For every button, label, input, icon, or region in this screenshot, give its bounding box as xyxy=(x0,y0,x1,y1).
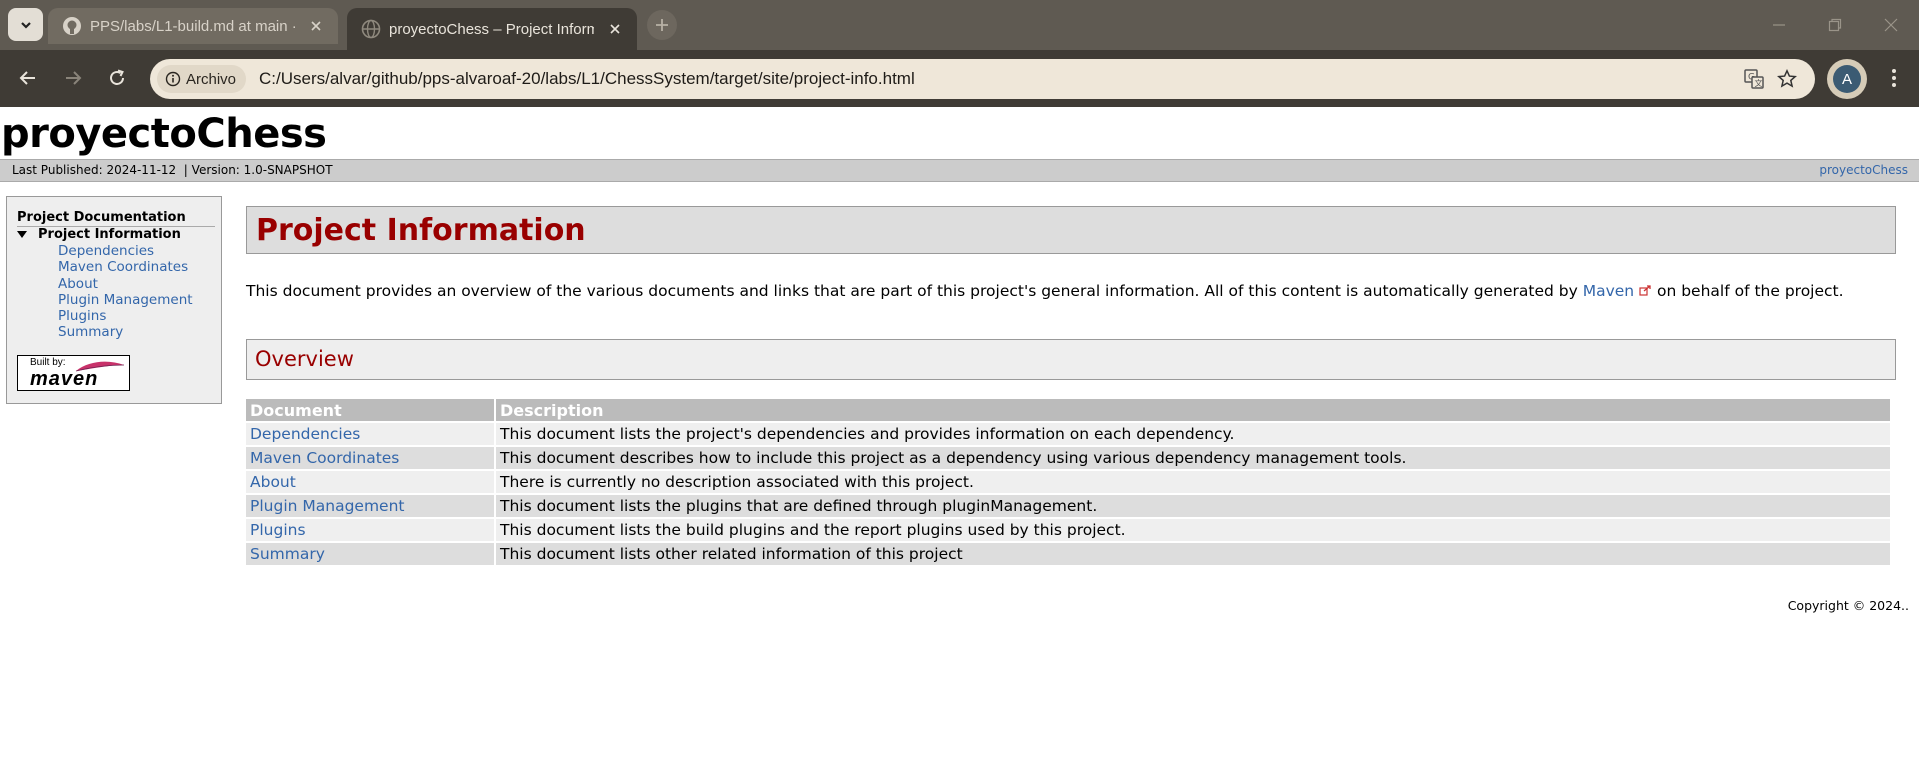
table-row: About There is currently no description … xyxy=(246,471,1890,493)
close-tab-icon[interactable] xyxy=(306,16,326,36)
breadcrumb-project-link[interactable]: proyectoChess xyxy=(1819,163,1908,177)
description-cell: This document lists the build plugins an… xyxy=(496,519,1890,541)
restore-button[interactable] xyxy=(1807,0,1863,50)
sidebar-item-plugins[interactable]: Plugins xyxy=(58,308,193,324)
browser-toolbar: Archivo C:/Users/alvar/github/pps-alvaro… xyxy=(0,50,1919,107)
back-button[interactable] xyxy=(12,62,44,94)
reload-button[interactable] xyxy=(101,62,133,94)
doc-link-plugin-management[interactable]: Plugin Management xyxy=(250,497,404,515)
doc-link-maven-coordinates[interactable]: Maven Coordinates xyxy=(250,449,399,467)
restore-icon xyxy=(1828,18,1842,32)
built-by-maven-logo[interactable]: Built by: maven xyxy=(17,355,130,391)
browser-menu-button[interactable] xyxy=(1882,62,1906,94)
minimize-icon xyxy=(1773,24,1785,26)
sidebar-item-summary[interactable]: Summary xyxy=(58,324,193,340)
translate-icon[interactable]: G文 xyxy=(1743,68,1765,90)
arrow-right-icon xyxy=(66,71,82,85)
sidebar-item-maven-coordinates[interactable]: Maven Coordinates xyxy=(58,259,193,275)
sidebar-item-label: Project Information xyxy=(38,227,181,242)
profile-initial: A xyxy=(1833,65,1861,93)
info-icon xyxy=(165,71,181,87)
sidebar-heading: Project Documentation xyxy=(17,210,215,227)
publish-info: Last Published: 2024-11-12 | Version: 1.… xyxy=(12,163,333,177)
description-cell: This document lists the plugins that are… xyxy=(496,495,1890,517)
table-header-row: Document Description xyxy=(246,399,1890,421)
doc-cell: Maven Coordinates xyxy=(246,447,494,469)
sidebar-item-project-information[interactable]: Project Information xyxy=(17,227,181,242)
intro-paragraph: This document provides an overview of th… xyxy=(246,281,1896,302)
table-row: Summary This document lists other relate… xyxy=(246,543,1890,565)
forward-button[interactable] xyxy=(57,62,89,94)
arrow-left-icon xyxy=(19,71,35,85)
doc-cell: Summary xyxy=(246,543,494,565)
description-cell: This document lists the project's depend… xyxy=(496,423,1890,445)
section-title-box: Overview xyxy=(246,339,1896,380)
external-link-icon xyxy=(1639,285,1651,296)
doc-link-about[interactable]: About xyxy=(250,473,296,491)
url-text[interactable]: C:/Users/alvar/github/pps-alvaroaf-20/la… xyxy=(259,59,915,99)
doc-cell: Plugin Management xyxy=(246,495,494,517)
close-window-button[interactable] xyxy=(1863,0,1919,50)
page-title-box: Project Information xyxy=(246,206,1896,254)
reload-icon xyxy=(110,69,124,85)
site-info-chip[interactable]: Archivo xyxy=(157,65,247,93)
tab-project-info[interactable]: proyectoChess – Project Information xyxy=(347,8,637,50)
intro-text: This document provides an overview of th… xyxy=(246,282,1583,300)
breadcrumb: Last Published: 2024-11-12 | Version: 1.… xyxy=(0,159,1919,182)
sidebar: Project Documentation Project Informatio… xyxy=(6,196,222,404)
tab-title: PPS/labs/L1-build.md at main · alvaroaf-… xyxy=(90,17,295,35)
tab-title: proyectoChess – Project Information xyxy=(389,20,594,38)
svg-text:文: 文 xyxy=(1755,78,1763,88)
builtby-label: Built by: xyxy=(30,357,66,368)
table-row: Plugins This document lists the build pl… xyxy=(246,519,1890,541)
sidebar-item-dependencies[interactable]: Dependencies xyxy=(58,243,193,259)
doc-link-plugins[interactable]: Plugins xyxy=(250,521,306,539)
section-title: Overview xyxy=(255,347,354,371)
sidebar-sublinks: Dependencies Maven Coordinates About Plu… xyxy=(58,243,193,341)
chevron-down-icon xyxy=(20,21,31,29)
table-row: Dependencies This document lists the pro… xyxy=(246,423,1890,445)
table-row: Plugin Management This document lists th… xyxy=(246,495,1890,517)
close-tab-icon[interactable] xyxy=(605,19,625,39)
maven-link[interactable]: Maven xyxy=(1583,282,1634,300)
minimize-button[interactable] xyxy=(1751,0,1807,50)
site-title: proyectoChess xyxy=(1,111,327,157)
doc-link-summary[interactable]: Summary xyxy=(250,545,325,563)
doc-link-dependencies[interactable]: Dependencies xyxy=(250,425,360,443)
page-title: Project Information xyxy=(256,213,586,248)
tab-github[interactable]: PPS/labs/L1-build.md at main · alvaroaf-… xyxy=(48,8,338,44)
sidebar-item-about[interactable]: About xyxy=(58,276,193,292)
page-content: proyectoChess Last Published: 2024-11-12… xyxy=(0,107,1919,767)
github-icon xyxy=(63,17,81,35)
doc-cell: Dependencies xyxy=(246,423,494,445)
overview-table: Document Description Dependencies This d… xyxy=(244,397,1892,567)
more-vertical-icon xyxy=(1892,69,1896,87)
maven-wordmark: maven xyxy=(30,368,99,390)
copyright-footer: Copyright © 2024.. xyxy=(1787,598,1909,613)
bookmark-star-icon[interactable] xyxy=(1776,68,1798,90)
doc-cell: About xyxy=(246,471,494,493)
table-row: Maven Coordinates This document describe… xyxy=(246,447,1890,469)
globe-icon xyxy=(361,19,381,39)
tab-strip: PPS/labs/L1-build.md at main · alvaroaf-… xyxy=(0,0,1919,50)
sidebar-item-plugin-management[interactable]: Plugin Management xyxy=(58,292,193,308)
site-info-label: Archivo xyxy=(186,70,237,88)
column-header-description: Description xyxy=(496,399,1890,421)
close-icon xyxy=(1884,18,1898,32)
profile-avatar[interactable]: A xyxy=(1827,59,1867,99)
description-cell: There is currently no description associ… xyxy=(496,471,1890,493)
address-bar[interactable]: Archivo C:/Users/alvar/github/pps-alvaro… xyxy=(150,59,1815,99)
column-header-document: Document xyxy=(246,399,494,421)
intro-text-end: on behalf of the project. xyxy=(1652,282,1844,300)
new-tab-button[interactable] xyxy=(647,10,677,40)
expanded-triangle-icon xyxy=(17,231,27,238)
doc-cell: Plugins xyxy=(246,519,494,541)
description-cell: This document lists other related inform… xyxy=(496,543,1890,565)
plus-icon xyxy=(656,19,668,31)
description-cell: This document describes how to include t… xyxy=(496,447,1890,469)
tab-search-button[interactable] xyxy=(8,8,43,41)
